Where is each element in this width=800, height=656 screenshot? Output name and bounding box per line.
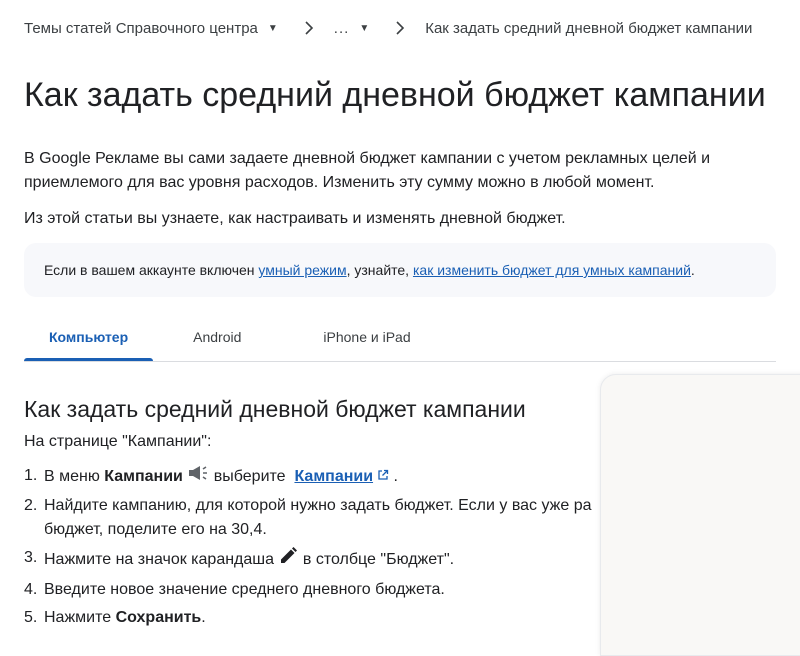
caret-down-icon[interactable]: ▼ bbox=[359, 23, 369, 34]
page-title: Как задать средний дневной бюджет кампан… bbox=[24, 76, 766, 114]
smart-mode-callout: Если в вашем аккаунте включен умный режи… bbox=[24, 243, 776, 297]
step-bold-text: Кампании bbox=[104, 468, 183, 486]
step-text: В меню bbox=[44, 468, 105, 486]
chevron-right-icon bbox=[302, 21, 316, 35]
smart-campaign-budget-link[interactable]: как изменить бюджет для умных кампаний bbox=[413, 262, 691, 278]
smart-mode-link[interactable]: умный режим bbox=[258, 262, 346, 278]
breadcrumb: Темы статей Справочного центра ▼ ... ▼ К… bbox=[24, 14, 780, 42]
breadcrumb-item-collapsed[interactable]: ... ▼ bbox=[334, 20, 369, 37]
breadcrumb-label: ... bbox=[333, 19, 350, 37]
breadcrumb-item-current[interactable]: Как задать средний дневной бюджет кампан… bbox=[425, 20, 752, 37]
intro-paragraph: В Google Рекламе вы сами задаете дневной… bbox=[24, 150, 711, 191]
platform-tabs: Компьютер Android iPhone и iPad bbox=[24, 314, 776, 362]
step-number: 3. bbox=[24, 549, 38, 566]
step-number: 1. bbox=[24, 467, 38, 484]
breadcrumb-label: Темы статей Справочного центра bbox=[24, 19, 258, 37]
callout-text: Если в вашем аккаунте включен bbox=[44, 262, 255, 278]
tab-iphone-ipad[interactable]: iPhone и iPad bbox=[266, 314, 435, 360]
callout-text: . bbox=[690, 262, 695, 278]
step-number: 4. bbox=[24, 581, 38, 598]
step-number: 2. bbox=[24, 497, 38, 514]
tab-label: iPhone и iPad bbox=[323, 329, 411, 345]
step-text: Нажмите на значок карандаша bbox=[44, 551, 279, 569]
campaigns-link[interactable]: Кампании bbox=[294, 468, 373, 485]
callout-text: , узнайте, bbox=[346, 262, 410, 278]
chevron-right-icon bbox=[393, 21, 407, 35]
step-text: Найдите кампанию, для которой нужно зада… bbox=[44, 497, 592, 514]
breadcrumb-item-help-topics[interactable]: Темы статей Справочного центра ▼ bbox=[24, 20, 278, 37]
step-text: выберите bbox=[209, 468, 290, 486]
step-text: Нажмите bbox=[44, 609, 116, 626]
step-text: . bbox=[201, 609, 206, 626]
megaphone-icon bbox=[187, 464, 209, 490]
section-title: Как задать средний дневной бюджет кампан… bbox=[24, 396, 526, 422]
tab-computer[interactable]: Компьютер bbox=[24, 314, 154, 361]
step-bold-text: Сохранить bbox=[115, 609, 202, 626]
step-text: в столбце "Бюджет". bbox=[298, 551, 455, 569]
tab-label: Компьютер bbox=[49, 329, 129, 345]
intro-paragraph-2: Из этой статьи вы узнаете, как настраива… bbox=[24, 210, 566, 227]
pencil-icon bbox=[278, 546, 298, 574]
step-text: бюджет, поделите его на 30,4. bbox=[44, 521, 267, 538]
tab-label: Android bbox=[193, 329, 242, 345]
floating-panel bbox=[600, 374, 800, 656]
caret-down-icon[interactable]: ▼ bbox=[268, 23, 278, 34]
breadcrumb-label: Как задать средний дневной бюджет кампан… bbox=[425, 19, 753, 37]
step-number: 5. bbox=[24, 609, 38, 626]
section-lead: На странице "Кампании": bbox=[24, 433, 212, 450]
external-link-icon bbox=[377, 465, 389, 480]
step-text: . bbox=[389, 468, 398, 486]
tab-android[interactable]: Android bbox=[153, 314, 266, 360]
